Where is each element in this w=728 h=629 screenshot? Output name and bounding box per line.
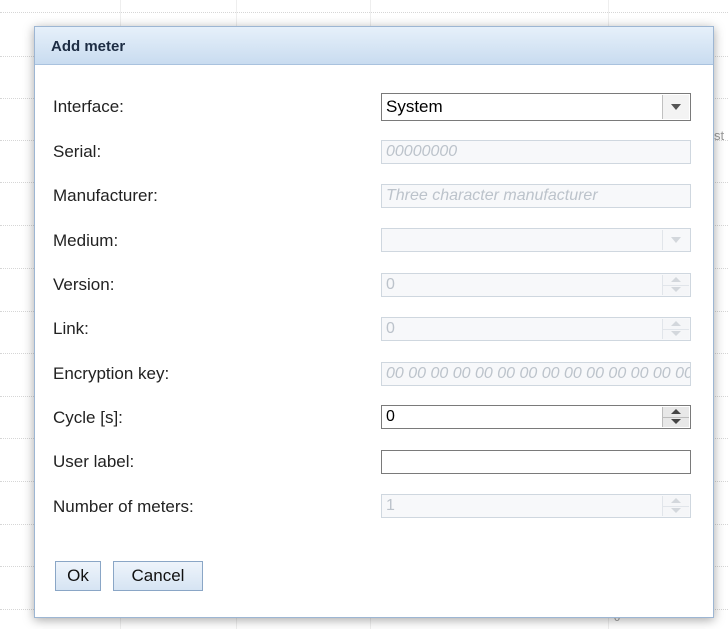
version-decrement-button[interactable] <box>663 285 689 295</box>
interface-label: Interface: <box>53 97 124 116</box>
arrow-down-icon <box>671 508 681 513</box>
cycle-spin-buttons <box>662 407 689 427</box>
encryption-key-input[interactable]: 00 00 00 00 00 00 00 00 00 00 00 00 00 0… <box>381 362 691 386</box>
dialog-header[interactable]: Add meter <box>35 27 713 65</box>
version-label: Version: <box>53 275 115 294</box>
encryption-key-label: Encryption key: <box>53 364 170 383</box>
link-spinner[interactable]: 0 <box>381 317 691 341</box>
link-spin-buttons <box>662 319 689 339</box>
dialog-title: Add meter <box>51 38 126 55</box>
number-of-meters-spinner[interactable]: 1 <box>381 494 691 518</box>
number-of-meters-label: Number of meters: <box>53 497 194 516</box>
interface-select-value: System <box>386 97 443 116</box>
link-label: Link: <box>53 319 89 338</box>
chevron-down-icon <box>671 237 681 243</box>
chevron-down-icon <box>671 104 681 110</box>
user-label-label: User label: <box>53 452 135 471</box>
arrow-down-icon <box>671 287 681 292</box>
version-spinner[interactable]: 0 <box>381 273 691 297</box>
add-meter-dialog: Add meter Interface: System Serial: 0000… <box>34 26 714 618</box>
interface-dropdown-button[interactable] <box>662 95 689 119</box>
arrow-up-icon <box>671 321 681 326</box>
grid-line <box>0 12 728 13</box>
medium-select[interactable] <box>381 228 691 252</box>
number-of-meters-value: 1 <box>386 497 395 514</box>
number-of-meters-spin-buttons <box>662 496 689 516</box>
interface-select[interactable]: System <box>381 93 691 121</box>
arrow-down-icon <box>671 419 681 424</box>
cancel-button[interactable]: Cancel <box>113 561 203 591</box>
version-value: 0 <box>386 276 395 293</box>
arrow-down-icon <box>671 331 681 336</box>
manufacturer-input[interactable]: Three character manufacturer <box>381 184 691 208</box>
link-value: 0 <box>386 320 395 337</box>
user-label-input[interactable] <box>381 450 691 474</box>
manufacturer-placeholder: Three character manufacturer <box>386 187 598 204</box>
medium-dropdown-button[interactable] <box>662 230 689 250</box>
cycle-label: Cycle [s]: <box>53 408 123 427</box>
ok-button[interactable]: Ok <box>55 561 101 591</box>
version-spin-buttons <box>662 275 689 295</box>
cycle-decrement-button[interactable] <box>663 417 689 427</box>
arrow-up-icon <box>671 409 681 414</box>
arrow-up-icon <box>671 498 681 503</box>
cycle-spinner[interactable]: 0 <box>381 405 691 429</box>
manufacturer-label: Manufacturer: <box>53 186 158 205</box>
serial-label: Serial: <box>53 142 102 161</box>
link-decrement-button[interactable] <box>663 329 689 339</box>
serial-input[interactable]: 00000000 <box>381 140 691 164</box>
serial-placeholder: 00000000 <box>386 143 458 160</box>
background-cell-text: st <box>714 128 725 143</box>
encryption-key-placeholder: 00 00 00 00 00 00 00 00 00 00 00 00 00 0… <box>386 365 690 382</box>
cycle-value: 0 <box>386 408 395 425</box>
number-of-meters-decrement-button[interactable] <box>663 506 689 516</box>
medium-label: Medium: <box>53 231 119 250</box>
arrow-up-icon <box>671 277 681 282</box>
